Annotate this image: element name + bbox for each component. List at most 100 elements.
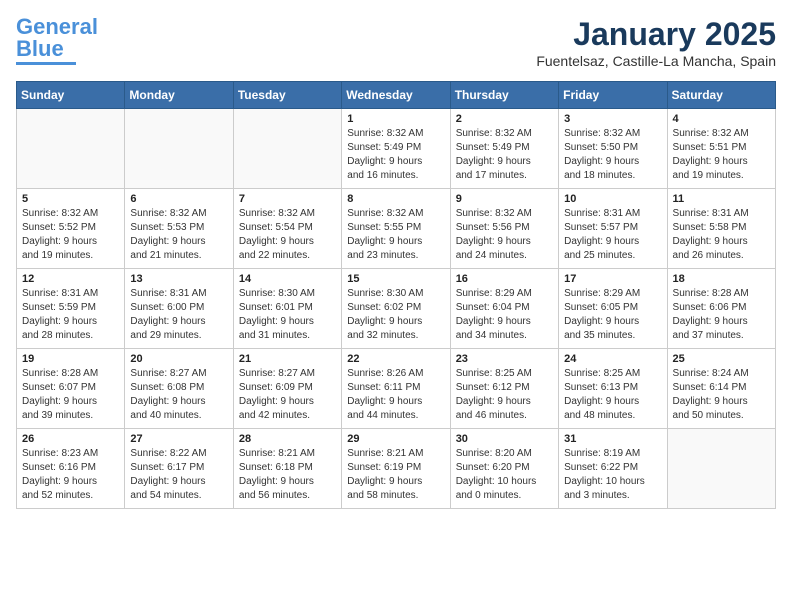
day-info: Sunrise: 8:24 AM Sunset: 6:14 PM Dayligh… [673, 367, 770, 423]
calendar-cell: 7Sunrise: 8:32 AM Sunset: 5:54 PM Daylig… [233, 189, 341, 269]
logo-blue: Blue [16, 38, 64, 60]
calendar-cell [125, 109, 233, 189]
calendar-cell: 9 Sunrise: 8:32 AM Sunset: 5:56 PM Daylig… [450, 189, 558, 269]
calendar-cell: 11Sunrise: 8:31 AM Sunset: 5:58 PM Dayli… [667, 189, 775, 269]
calendar-cell: 20 Sunrise: 8:27 AM Sunset: 6:08 PM Dayli… [125, 349, 233, 429]
day-info: Sunrise: 8:21 AM Sunset: 6:19 PM Dayligh… [347, 447, 444, 503]
day-number: 5 [22, 193, 119, 205]
day-number: 23 [456, 353, 553, 365]
title-block: January 2025 Fuentelsaz, Castille-La Man… [536, 16, 776, 69]
calendar-title: January 2025 [536, 16, 776, 53]
calendar-cell: 25 Sunrise: 8:24 AM Sunset: 6:14 PM Dayli… [667, 349, 775, 429]
calendar-cell: 13 Sunrise: 8:31 AM Sunset: 6:00 PM Dayli… [125, 269, 233, 349]
day-info: Sunrise: 8:23 AM Sunset: 6:16 PM Dayligh… [22, 447, 119, 503]
day-number: 7 [239, 193, 336, 205]
weekday-header-thursday: Thursday [450, 82, 558, 109]
day-info: Sunrise: 8:28 AM Sunset: 6:07 PM Dayligh… [22, 367, 119, 423]
calendar-cell: 21 Sunrise: 8:27 AM Sunset: 6:09 PM Dayli… [233, 349, 341, 429]
day-number: 30 [456, 433, 553, 445]
calendar-cell: 23 Sunrise: 8:25 AM Sunset: 6:12 PM Dayli… [450, 349, 558, 429]
day-number: 27 [130, 433, 227, 445]
calendar-cell: 26Sunrise: 8:23 AM Sunset: 6:16 PM Dayli… [17, 429, 125, 509]
day-number: 31 [564, 433, 661, 445]
calendar-cell: 3Sunrise: 8:32 AM Sunset: 5:50 PM Daylig… [559, 109, 667, 189]
calendar-cell: 19 Sunrise: 8:28 AM Sunset: 6:07 PM Dayli… [17, 349, 125, 429]
calendar-week-row: 26Sunrise: 8:23 AM Sunset: 6:16 PM Dayli… [17, 429, 776, 509]
calendar-cell: 4Sunrise: 8:32 AM Sunset: 5:51 PM Daylig… [667, 109, 775, 189]
day-number: 16 [456, 273, 553, 285]
calendar-cell: 5 Sunrise: 8:32 AM Sunset: 5:52 PM Daylig… [17, 189, 125, 269]
day-info: Sunrise: 8:32 AM Sunset: 5:49 PM Dayligh… [456, 127, 553, 183]
day-number: 9 [456, 193, 553, 205]
calendar-week-row: 5 Sunrise: 8:32 AM Sunset: 5:52 PM Daylig… [17, 189, 776, 269]
calendar-cell: 10 Sunrise: 8:31 AM Sunset: 5:57 PM Dayli… [559, 189, 667, 269]
calendar-cell: 28Sunrise: 8:21 AM Sunset: 6:18 PM Dayli… [233, 429, 341, 509]
day-info: Sunrise: 8:29 AM Sunset: 6:05 PM Dayligh… [564, 287, 661, 343]
weekday-header-sunday: Sunday [17, 82, 125, 109]
day-number: 22 [347, 353, 444, 365]
page-header: General Blue January 2025 Fuentelsaz, Ca… [16, 16, 776, 69]
day-number: 3 [564, 113, 661, 125]
calendar-cell [667, 429, 775, 509]
day-info: Sunrise: 8:27 AM Sunset: 6:08 PM Dayligh… [130, 367, 227, 423]
day-number: 21 [239, 353, 336, 365]
day-number: 24 [564, 353, 661, 365]
weekday-header-saturday: Saturday [667, 82, 775, 109]
day-number: 29 [347, 433, 444, 445]
day-number: 14 [239, 273, 336, 285]
calendar-cell: 6Sunrise: 8:32 AM Sunset: 5:53 PM Daylig… [125, 189, 233, 269]
calendar-cell: 17 Sunrise: 8:29 AM Sunset: 6:05 PM Dayli… [559, 269, 667, 349]
day-number: 8 [347, 193, 444, 205]
day-number: 19 [22, 353, 119, 365]
calendar-cell: 12 Sunrise: 8:31 AM Sunset: 5:59 PM Dayli… [17, 269, 125, 349]
day-info: Sunrise: 8:25 AM Sunset: 6:13 PM Dayligh… [564, 367, 661, 423]
calendar-cell: 18 Sunrise: 8:28 AM Sunset: 6:06 PM Dayli… [667, 269, 775, 349]
day-info: Sunrise: 8:32 AM Sunset: 5:55 PM Dayligh… [347, 207, 444, 263]
calendar-cell: 27Sunrise: 8:22 AM Sunset: 6:17 PM Dayli… [125, 429, 233, 509]
day-info: Sunrise: 8:31 AM Sunset: 5:59 PM Dayligh… [22, 287, 119, 343]
calendar-cell [233, 109, 341, 189]
day-number: 2 [456, 113, 553, 125]
day-number: 18 [673, 273, 770, 285]
day-number: 12 [22, 273, 119, 285]
day-number: 20 [130, 353, 227, 365]
day-number: 28 [239, 433, 336, 445]
calendar-cell: 22 Sunrise: 8:26 AM Sunset: 6:11 PM Dayli… [342, 349, 450, 429]
day-info: Sunrise: 8:32 AM Sunset: 5:49 PM Dayligh… [347, 127, 444, 183]
day-info: Sunrise: 8:31 AM Sunset: 6:00 PM Dayligh… [130, 287, 227, 343]
calendar-cell: 29 Sunrise: 8:21 AM Sunset: 6:19 PM Dayli… [342, 429, 450, 509]
day-info: Sunrise: 8:32 AM Sunset: 5:52 PM Dayligh… [22, 207, 119, 263]
calendar-table: SundayMondayTuesdayWednesdayThursdayFrid… [16, 81, 776, 509]
day-number: 6 [130, 193, 227, 205]
day-number: 25 [673, 353, 770, 365]
weekday-header-row: SundayMondayTuesdayWednesdayThursdayFrid… [17, 82, 776, 109]
day-info: Sunrise: 8:32 AM Sunset: 5:56 PM Dayligh… [456, 207, 553, 263]
calendar-cell: 24 Sunrise: 8:25 AM Sunset: 6:13 PM Dayli… [559, 349, 667, 429]
calendar-cell: 16Sunrise: 8:29 AM Sunset: 6:04 PM Dayli… [450, 269, 558, 349]
day-info: Sunrise: 8:26 AM Sunset: 6:11 PM Dayligh… [347, 367, 444, 423]
day-info: Sunrise: 8:30 AM Sunset: 6:02 PM Dayligh… [347, 287, 444, 343]
weekday-header-friday: Friday [559, 82, 667, 109]
calendar-cell: 31 Sunrise: 8:19 AM Sunset: 6:22 PM Dayli… [559, 429, 667, 509]
weekday-header-monday: Monday [125, 82, 233, 109]
day-number: 1 [347, 113, 444, 125]
logo-underline [16, 62, 76, 65]
day-number: 17 [564, 273, 661, 285]
day-info: Sunrise: 8:31 AM Sunset: 5:57 PM Dayligh… [564, 207, 661, 263]
day-info: Sunrise: 8:25 AM Sunset: 6:12 PM Dayligh… [456, 367, 553, 423]
day-info: Sunrise: 8:20 AM Sunset: 6:20 PM Dayligh… [456, 447, 553, 503]
calendar-subtitle: Fuentelsaz, Castille-La Mancha, Spain [536, 53, 776, 69]
day-number: 13 [130, 273, 227, 285]
day-info: Sunrise: 8:31 AM Sunset: 5:58 PM Dayligh… [673, 207, 770, 263]
day-info: Sunrise: 8:19 AM Sunset: 6:22 PM Dayligh… [564, 447, 661, 503]
calendar-week-row: 19 Sunrise: 8:28 AM Sunset: 6:07 PM Dayli… [17, 349, 776, 429]
day-info: Sunrise: 8:30 AM Sunset: 6:01 PM Dayligh… [239, 287, 336, 343]
day-info: Sunrise: 8:27 AM Sunset: 6:09 PM Dayligh… [239, 367, 336, 423]
calendar-week-row: 1 Sunrise: 8:32 AM Sunset: 5:49 PM Daylig… [17, 109, 776, 189]
day-number: 10 [564, 193, 661, 205]
day-number: 4 [673, 113, 770, 125]
calendar-cell: 30 Sunrise: 8:20 AM Sunset: 6:20 PM Dayli… [450, 429, 558, 509]
calendar-cell: 2 Sunrise: 8:32 AM Sunset: 5:49 PM Daylig… [450, 109, 558, 189]
calendar-week-row: 12 Sunrise: 8:31 AM Sunset: 5:59 PM Dayli… [17, 269, 776, 349]
day-info: Sunrise: 8:28 AM Sunset: 6:06 PM Dayligh… [673, 287, 770, 343]
